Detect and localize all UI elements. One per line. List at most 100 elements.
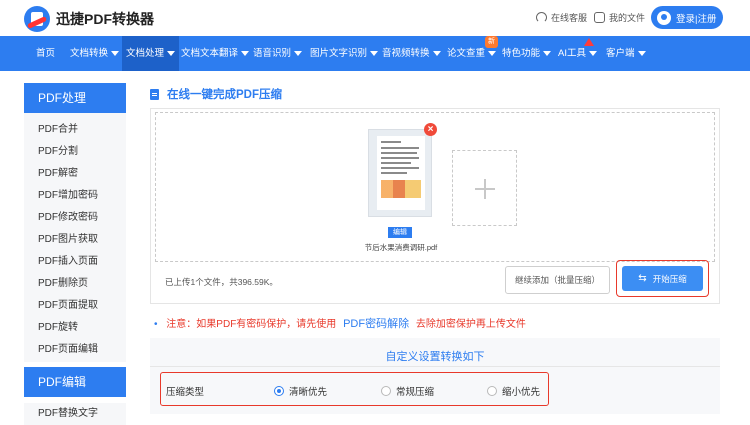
password-notice: • 注意：如果PDF有密码保护，请先使用 PDF密码解除 去除加密保护再上传文件 — [154, 315, 526, 331]
pdf-password-remove-link[interactable]: PDF密码解除 — [343, 318, 409, 330]
nav-label: 客户端 — [606, 48, 635, 59]
sidebar-item-pdf-change-password[interactable]: PDF修改密码 — [24, 207, 126, 229]
customer-service-label: 在线客服 — [551, 13, 588, 23]
radio-label: 清晰优先 — [289, 387, 328, 398]
radio-normal-compress[interactable]: 常规压缩 — [381, 384, 434, 398]
caret-down-icon — [588, 50, 597, 56]
swap-icon: ⇆ — [638, 273, 647, 284]
thumbnail-line — [381, 152, 417, 154]
sidebar-item-pdf-replace-text[interactable]: PDF替换文字 — [24, 403, 126, 425]
thumbnail-line — [381, 162, 411, 164]
sidebar-section-title-edit: PDF编辑 — [24, 367, 126, 397]
nav-label: 文档处理 — [126, 48, 165, 59]
main-nav: 首页 文档转换 文档处理 文档文本翻译 语音识别 图片文字识别 音视频转换 论文… — [0, 36, 750, 71]
notice-bullet: • — [154, 319, 158, 330]
compression-type-label: 压缩类型 — [166, 387, 205, 398]
nav-label: 音视频转换 — [382, 48, 430, 59]
sidebar-item-pdf-delete-page[interactable]: PDF删除页 — [24, 273, 126, 295]
page-title-text: 在线一键完成PDF压缩 — [167, 89, 282, 101]
notice-prefix: 注意：如果PDF有密码保护，请先使用 — [166, 319, 337, 330]
radio-unchecked-icon — [381, 386, 391, 396]
login-register-label: 登录|注册 — [676, 13, 717, 25]
sidebar-item-pdf-insert-page[interactable]: PDF插入页面 — [24, 251, 126, 273]
file-dropzone[interactable]: × 编辑 节后水果消费调研.pdf — [155, 112, 715, 262]
thumbnail-line — [381, 172, 407, 174]
start-compress-label: 开始压缩 — [652, 273, 687, 284]
my-files-link[interactable]: 我的文件 — [594, 11, 645, 24]
thumbnail-line — [381, 147, 419, 149]
sidebar-item-pdf-extract-page[interactable]: PDF页面提取 — [24, 295, 126, 317]
headset-icon — [536, 12, 547, 23]
caret-down-icon — [370, 50, 379, 56]
sidebar-item-pdf-split[interactable]: PDF分割 — [24, 141, 126, 163]
remove-file-button[interactable]: × — [424, 123, 437, 136]
thumbnail-line — [381, 141, 401, 143]
radio-clarity-first[interactable]: 清晰优先 — [274, 384, 327, 398]
caret-down-icon — [488, 50, 497, 56]
sidebar-item-pdf-add-password[interactable]: PDF增加密码 — [24, 185, 126, 207]
caret-down-icon — [167, 50, 176, 56]
nav-item-av-convert[interactable]: 音视频转换 — [382, 36, 441, 71]
continue-add-button[interactable]: 继续添加（批量压缩） — [505, 266, 610, 294]
plus-icon-stem — [484, 179, 486, 199]
nav-item-home[interactable]: 首页 — [36, 36, 55, 71]
sidebar-item-pdf-decrypt[interactable]: PDF解密 — [24, 163, 126, 185]
nav-item-doc-convert[interactable]: 文档转换 — [70, 36, 120, 71]
logo-text: 迅捷PDF转换器 — [56, 11, 154, 27]
nav-label: 图片文字识别 — [310, 48, 368, 59]
upload-panel: × 编辑 节后水果消费调研.pdf 已上传1个文件，共396.59K。 继续添加… — [150, 108, 720, 304]
my-files-label: 我的文件 — [609, 13, 646, 23]
sidebar-item-pdf-extract-images[interactable]: PDF图片获取 — [24, 229, 126, 251]
caret-down-icon — [294, 50, 303, 56]
nav-label: 文档文本翻译 — [181, 48, 239, 59]
thumbnail-line — [381, 157, 419, 159]
add-file-button[interactable] — [452, 150, 517, 226]
pdf-thumbnail — [368, 129, 432, 217]
caret-down-icon — [241, 50, 250, 56]
user-icon — [657, 10, 671, 25]
sidebar-section-title: PDF处理 — [24, 83, 126, 113]
new-badge: 新 — [485, 36, 498, 48]
sidebar: PDF处理 PDF合并 PDF分割 PDF解密 PDF增加密码 PDF修改密码 … — [24, 83, 126, 362]
start-compress-button[interactable]: ⇆ 开始压缩 — [622, 266, 703, 291]
sidebar-item-pdf-merge[interactable]: PDF合并 — [24, 119, 126, 141]
nav-item-client[interactable]: 客户端 — [606, 36, 646, 71]
caret-down-icon — [111, 50, 120, 56]
nav-label: 论文查重 — [447, 48, 486, 59]
sidebar-item-pdf-rotate[interactable]: PDF旋转 — [24, 317, 126, 339]
nav-item-features[interactable]: 特色功能 — [502, 36, 552, 71]
nav-label: 语音识别 — [253, 48, 292, 59]
caret-down-icon — [637, 50, 646, 56]
nav-item-translate[interactable]: 文档文本翻译 — [181, 36, 250, 71]
radio-label: 常规压缩 — [396, 387, 435, 398]
document-icon — [150, 88, 159, 100]
page-title: 在线一键完成PDF压缩 — [150, 86, 282, 102]
edit-file-button[interactable]: 编辑 — [388, 227, 412, 238]
logo[interactable]: 迅捷PDF转换器 — [24, 6, 154, 32]
nav-item-doc-process[interactable]: 文档处理 — [122, 36, 180, 71]
sidebar-item-pdf-page-edit[interactable]: PDF页面编辑 — [24, 339, 126, 362]
radio-checked-icon — [274, 386, 284, 396]
caret-down-icon — [543, 50, 552, 56]
nav-label: 首页 — [36, 48, 56, 59]
caret-down-icon — [432, 50, 441, 56]
radio-unchecked-icon — [487, 386, 497, 396]
login-register-button[interactable]: 登录|注册 — [651, 6, 723, 29]
upload-status: 已上传1个文件，共396.59K。 — [165, 277, 278, 287]
radio-size-first[interactable]: 缩小优先 — [487, 384, 540, 398]
thumbnail-line — [381, 167, 419, 169]
nav-label: 文档转换 — [70, 48, 109, 59]
customer-service-link[interactable]: 在线客服 — [536, 11, 587, 24]
nav-item-ocr[interactable]: 图片文字识别 — [310, 36, 379, 71]
nav-label: 特色功能 — [502, 48, 541, 59]
logo-icon — [24, 6, 50, 32]
hot-marker-icon — [584, 38, 594, 46]
radio-label: 缩小优先 — [502, 387, 541, 398]
nav-label: AI工具 — [558, 48, 586, 59]
thumbnail-chart — [381, 180, 421, 198]
settings-title: 自定义设置转换如下 — [385, 351, 485, 363]
notice-suffix: 去除加密保护再上传文件 — [415, 319, 526, 330]
file-name: 节后水果消费调研.pdf — [364, 243, 438, 252]
top-header: 迅捷PDF转换器 在线客服 我的文件 登录|注册 — [0, 0, 750, 36]
nav-item-speech[interactable]: 语音识别 — [253, 36, 303, 71]
